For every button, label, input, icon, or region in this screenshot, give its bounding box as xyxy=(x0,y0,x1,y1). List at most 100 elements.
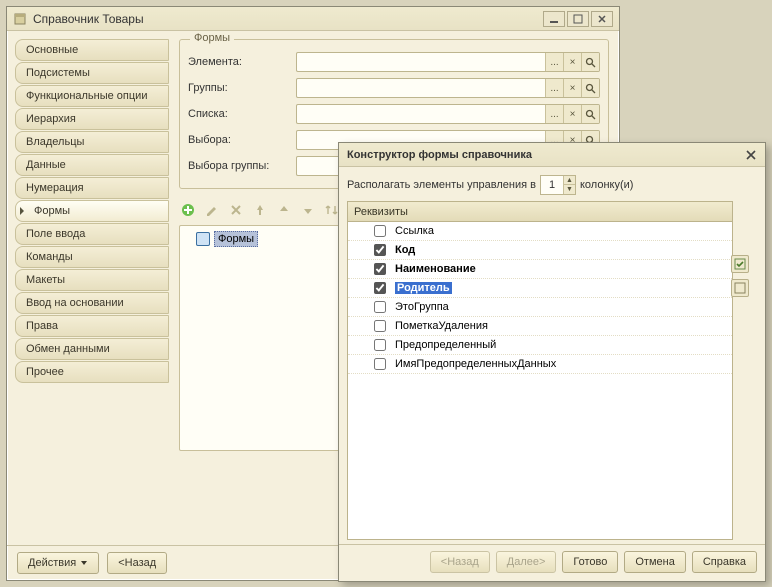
move-up-icon[interactable] xyxy=(275,201,293,219)
requisites-checkbox[interactable] xyxy=(374,320,386,332)
sidebar-item-label: Нумерация xyxy=(26,182,84,194)
sidebar-item[interactable]: Владельцы xyxy=(15,131,169,153)
clear-icon[interactable]: × xyxy=(563,53,581,71)
columns-spinner[interactable]: 1 ▲ ▼ xyxy=(540,175,576,195)
requisites-item[interactable]: Наименование xyxy=(348,260,732,279)
requisites-item[interactable]: Код xyxy=(348,241,732,260)
ellipsis-icon[interactable]: ... xyxy=(545,105,563,123)
ellipsis-icon[interactable]: ... xyxy=(545,79,563,97)
dlg-cancel-button[interactable]: Отмена xyxy=(624,551,685,573)
sidebar-item[interactable]: Ввод на основании xyxy=(15,292,169,314)
requisites-list: Ссылка Код Наименование Родитель ЭтоГруппа По… xyxy=(347,221,733,540)
search-icon[interactable] xyxy=(581,105,599,123)
add-icon[interactable] xyxy=(179,201,197,219)
maximize-button[interactable] xyxy=(567,11,589,27)
forms-group-title: Формы xyxy=(190,32,234,44)
requisites-label: Код xyxy=(395,244,415,256)
sidebar-item[interactable]: Данные xyxy=(15,154,169,176)
sidebar-item-label: Ввод на основании xyxy=(26,297,124,309)
app-icon xyxy=(13,12,27,26)
requisites-checkbox[interactable] xyxy=(374,282,386,294)
requisites-item[interactable]: Предопределенный xyxy=(348,336,732,355)
sidebar-item[interactable]: Поле ввода xyxy=(15,223,169,245)
dlg-cancel-label: Отмена xyxy=(635,556,674,568)
requisites-label: ЭтоГруппа xyxy=(395,301,449,313)
form-row: Списка:...× xyxy=(188,102,600,126)
requisites-item[interactable]: ИмяПредопределенныхДанных xyxy=(348,355,732,374)
dlg-next-label: Далее> xyxy=(507,556,546,568)
layout-row: Располагать элементы управления в 1 ▲ ▼ … xyxy=(347,175,757,195)
delete-icon[interactable] xyxy=(227,201,245,219)
sidebar-item[interactable]: Макеты xyxy=(15,269,169,291)
requisites-checkbox[interactable] xyxy=(374,301,386,313)
sidebar-item[interactable]: Нумерация xyxy=(15,177,169,199)
sidebar-item[interactable]: Формы xyxy=(15,200,169,222)
form-input[interactable]: ...× xyxy=(296,52,600,72)
sidebar-item[interactable]: Иерархия xyxy=(15,108,169,130)
dlg-back-button[interactable]: <Назад xyxy=(430,551,490,573)
clear-icon[interactable]: × xyxy=(563,105,581,123)
sidebar-item-label: Подсистемы xyxy=(26,67,90,79)
sidebar-item[interactable]: Основные xyxy=(15,39,169,61)
sidebar-item[interactable]: Права xyxy=(15,315,169,337)
form-row-label: Выбора: xyxy=(188,134,296,146)
form-input[interactable]: ...× xyxy=(296,78,600,98)
sidebar-item-label: Макеты xyxy=(26,274,65,286)
sidebar-item-label: Права xyxy=(26,320,58,332)
requisites-item[interactable]: ПометкаУдаления xyxy=(348,317,732,336)
requisites-label: Наименование xyxy=(395,263,476,275)
requisites-item[interactable]: ЭтоГруппа xyxy=(348,298,732,317)
columns-value: 1 xyxy=(541,179,563,191)
sidebar-item-label: Формы xyxy=(34,205,70,217)
sidebar-item[interactable]: Подсистемы xyxy=(15,62,169,84)
clear-icon[interactable]: × xyxy=(563,79,581,97)
requisites-checkbox[interactable] xyxy=(374,339,386,351)
tree-root-label: Формы xyxy=(214,231,258,247)
dlg-help-button[interactable]: Справка xyxy=(692,551,757,573)
close-button[interactable] xyxy=(591,11,613,27)
requisites-label: ИмяПредопределенныхДанных xyxy=(395,358,556,370)
dlg-done-button[interactable]: Готово xyxy=(562,551,618,573)
sidebar-item[interactable]: Обмен данными xyxy=(15,338,169,360)
requisites-checkbox[interactable] xyxy=(374,358,386,370)
sidebar-item[interactable]: Функциональные опции xyxy=(15,85,169,107)
sidebar-item-label: Иерархия xyxy=(26,113,76,125)
move-down-icon[interactable] xyxy=(299,201,317,219)
dlg-next-button[interactable]: Далее> xyxy=(496,551,557,573)
sidebar-item-label: Поле ввода xyxy=(26,228,85,240)
sidebar-item[interactable]: Команды xyxy=(15,246,169,268)
dlg-help-label: Справка xyxy=(703,556,746,568)
layout-prefix: Располагать элементы управления в xyxy=(347,179,536,191)
sidebar-item-label: Владельцы xyxy=(26,136,84,148)
minimize-button[interactable] xyxy=(543,11,565,27)
actions-button[interactable]: Действия xyxy=(17,552,99,574)
search-icon[interactable] xyxy=(581,79,599,97)
uncheck-all-icon[interactable] xyxy=(731,279,749,297)
form-row: Группы:...× xyxy=(188,76,600,100)
form-row-label: Элемента: xyxy=(188,56,296,68)
requisites-checkbox[interactable] xyxy=(374,244,386,256)
dialog-close-icon[interactable] xyxy=(745,149,757,161)
sidebar-item[interactable]: Прочее xyxy=(15,361,169,383)
form-input[interactable]: ...× xyxy=(296,104,600,124)
requisites-checkbox[interactable] xyxy=(374,263,386,275)
requisites-checkbox[interactable] xyxy=(374,225,386,237)
back-button[interactable]: <Назад xyxy=(107,552,167,574)
search-icon[interactable] xyxy=(581,53,599,71)
sidebar-item-label: Данные xyxy=(26,159,66,171)
requisites-label: Предопределенный xyxy=(395,339,496,351)
requisites-item[interactable]: Родитель xyxy=(348,279,732,298)
sidebar-item-label: Команды xyxy=(26,251,73,263)
spinner-up-icon[interactable]: ▲ xyxy=(563,176,575,185)
check-all-icon[interactable] xyxy=(731,255,749,273)
actions-button-label: Действия xyxy=(28,557,76,569)
dialog-titlebar: Конструктор формы справочника xyxy=(339,143,765,167)
requisites-item[interactable]: Ссылка xyxy=(348,222,732,241)
back-button-label: <Назад xyxy=(118,557,156,569)
spinner-down-icon[interactable]: ▼ xyxy=(563,185,575,194)
dlg-back-label: <Назад xyxy=(441,556,479,568)
ellipsis-icon[interactable]: ... xyxy=(545,53,563,71)
edit-icon[interactable] xyxy=(203,201,221,219)
form-icon xyxy=(196,232,210,246)
find-icon[interactable] xyxy=(251,201,269,219)
